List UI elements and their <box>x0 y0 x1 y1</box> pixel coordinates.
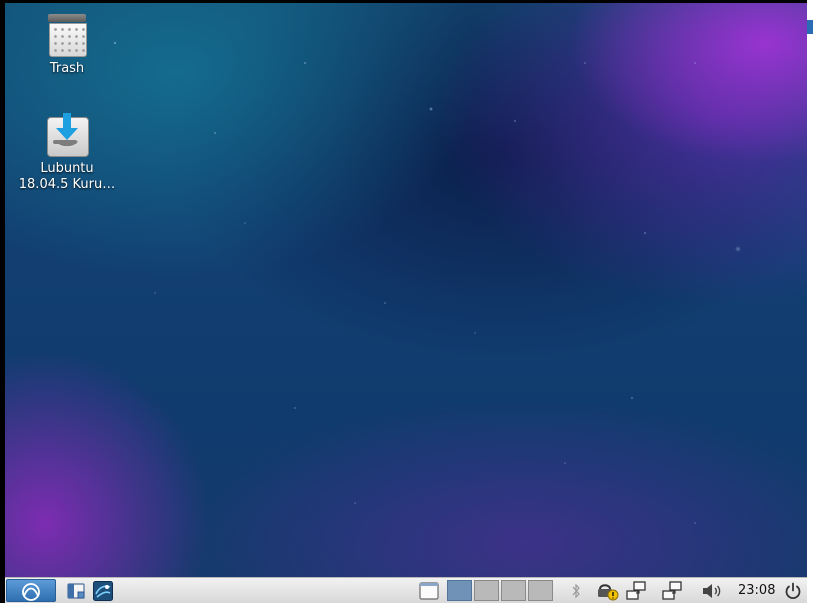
desktop-icon-label: Trash <box>49 61 85 76</box>
desktop-icon-trash[interactable]: Trash <box>12 13 122 77</box>
desktop-icon-label-line2: 18.04.5 Kuru… <box>18 177 116 192</box>
desktop-pager-1[interactable] <box>447 580 472 601</box>
installer-icon <box>45 113 89 157</box>
clock[interactable]: 23:08 <box>738 579 775 602</box>
file-manager-launcher[interactable] <box>65 579 89 602</box>
volume-tray[interactable] <box>699 579 725 602</box>
network-icon <box>662 580 682 600</box>
lubuntu-logo-icon <box>22 582 40 601</box>
power-icon <box>785 582 801 599</box>
network-updates-icon <box>598 583 619 600</box>
browser-icon <box>93 580 113 601</box>
start-menu-button[interactable] <box>6 579 56 602</box>
desktop-pager-2[interactable] <box>474 580 499 601</box>
desktop-pager-3[interactable] <box>501 580 526 601</box>
taskbar-panel: 23:08 <box>5 577 807 603</box>
background-window-edge <box>807 0 813 603</box>
screen: Trash Lubuntu 18.04.5 Kuru… 23:08 <box>0 0 813 603</box>
file-manager-icon <box>67 582 85 599</box>
bluetooth-tray[interactable] <box>567 579 585 602</box>
browser-launcher[interactable] <box>91 579 115 602</box>
network-tray-1[interactable] <box>624 579 648 602</box>
update-notifier-tray[interactable] <box>595 579 621 602</box>
volume-icon <box>703 583 721 598</box>
trash-icon <box>45 13 89 57</box>
network-tray-2[interactable] <box>660 579 684 602</box>
bluetooth-icon <box>572 583 580 598</box>
show-desktop-icon <box>419 581 439 600</box>
network-icon <box>626 580 646 600</box>
wallpaper-stars <box>5 3 807 577</box>
power-button[interactable] <box>781 579 805 602</box>
desktop-pager-4[interactable] <box>528 580 553 601</box>
desktop-icon-label-line1: Lubuntu <box>40 161 94 176</box>
show-desktop-button[interactable] <box>417 579 441 602</box>
desktop[interactable]: Trash Lubuntu 18.04.5 Kuru… <box>5 3 807 577</box>
desktop-icon-installer[interactable]: Lubuntu 18.04.5 Kuru… <box>12 113 122 193</box>
